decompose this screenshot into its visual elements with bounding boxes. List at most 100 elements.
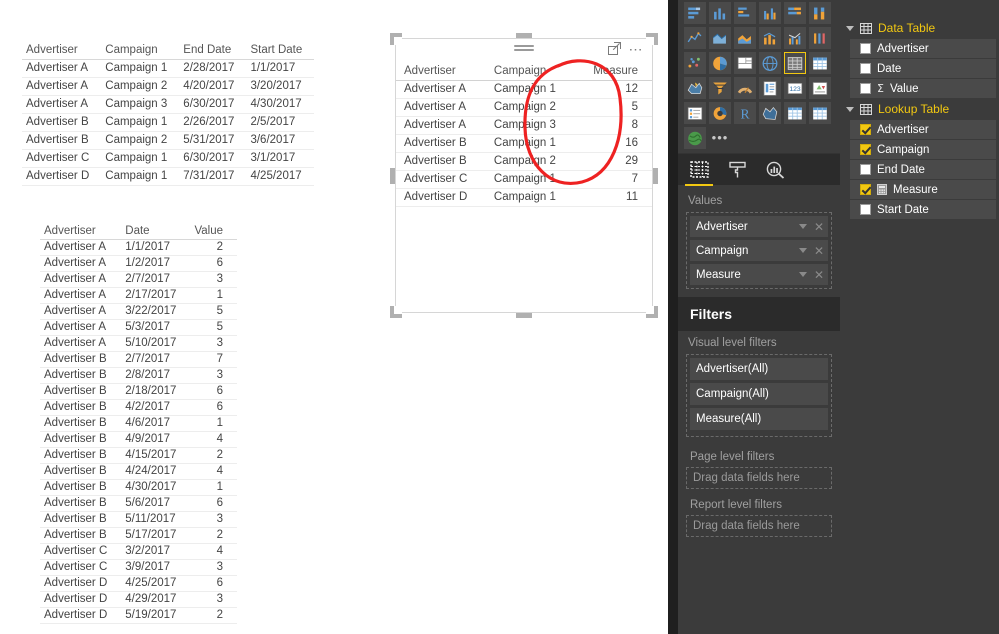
- visual-filter-chip[interactable]: Measure(All): [690, 408, 828, 430]
- visual-cell[interactable]: Campaign 1: [485, 170, 575, 189]
- visual-filter-chip[interactable]: Advertiser(All): [690, 358, 828, 380]
- visual-row[interactable]: Advertiser A Campaign 1 12: [396, 80, 652, 99]
- arcgis-map-icon[interactable]: [684, 127, 706, 149]
- card-icon[interactable]: 123: [784, 77, 806, 99]
- field-row[interactable]: Σ Value: [850, 79, 996, 98]
- visual-cell[interactable]: 12: [574, 80, 652, 99]
- values-well[interactable]: Advertiser ✕ Campaign ✕ Measure ✕: [686, 212, 832, 289]
- filled-map-icon[interactable]: [684, 77, 706, 99]
- ribbon-chart-icon[interactable]: [809, 27, 831, 49]
- visual-cell[interactable]: 8: [574, 116, 652, 135]
- visualization-gallery[interactable]: 123 R •••: [678, 0, 836, 153]
- visual-cell[interactable]: Advertiser A: [396, 116, 486, 135]
- table-visual[interactable]: ⋯ Advertiser Campaign Measure Advertiser A…: [395, 38, 653, 313]
- field-checkbox[interactable]: [860, 164, 871, 175]
- visual-filter-list[interactable]: Advertiser(All) Campaign(All) Measure(All): [690, 358, 828, 430]
- fields-table-header[interactable]: Lookup Table: [840, 99, 999, 119]
- remove-field-icon[interactable]: ✕: [814, 269, 824, 281]
- chevron-down-icon[interactable]: [798, 224, 807, 229]
- report-level-filters-dropzone[interactable]: Drag data fields here: [686, 515, 832, 537]
- pane-tabs[interactable]: [678, 153, 840, 186]
- gauge-icon[interactable]: [734, 77, 756, 99]
- visual-cell[interactable]: Advertiser B: [396, 152, 486, 171]
- visual-cell[interactable]: 11: [574, 188, 652, 207]
- focus-mode-icon[interactable]: [607, 42, 621, 55]
- values-field-list[interactable]: Advertiser ✕ Campaign ✕ Measure ✕: [690, 216, 828, 285]
- field-checkbox[interactable]: [860, 63, 871, 74]
- stacked-area-chart-icon[interactable]: [734, 27, 756, 49]
- map-icon[interactable]: [759, 52, 781, 74]
- funnel-icon[interactable]: [709, 77, 731, 99]
- visual-cell[interactable]: 16: [574, 134, 652, 153]
- value-field-chip[interactable]: Advertiser ✕: [690, 216, 828, 237]
- field-row[interactable]: Start Date: [850, 200, 996, 219]
- area-chart-icon[interactable]: [709, 27, 731, 49]
- visual-row[interactable]: Advertiser A Campaign 25: [396, 98, 652, 117]
- more-visuals-icon[interactable]: •••: [709, 127, 731, 149]
- format-tab[interactable]: [726, 157, 748, 183]
- stacked-bar-chart-icon[interactable]: [684, 2, 706, 24]
- field-row[interactable]: Campaign: [850, 140, 996, 159]
- field-checkbox[interactable]: [860, 204, 871, 215]
- field-checkbox[interactable]: [860, 144, 871, 155]
- pie-chart-icon[interactable]: [709, 52, 731, 74]
- visual-cell[interactable]: Advertiser A: [396, 98, 486, 117]
- field-row[interactable]: End Date: [850, 160, 996, 179]
- field-checkbox[interactable]: [860, 83, 871, 94]
- resize-handle-top-left[interactable]: [390, 33, 402, 45]
- visual-column-header[interactable]: Advertiser: [396, 63, 486, 81]
- page-level-filters-dropzone[interactable]: Drag data fields here: [686, 467, 832, 489]
- visual-header-row[interactable]: Advertiser Campaign Measure: [396, 63, 652, 81]
- value-field-chip[interactable]: Campaign ✕: [690, 240, 828, 261]
- resize-handle-right[interactable]: [653, 167, 658, 184]
- visual-data-grid[interactable]: Advertiser Campaign Measure Advertiser A Ca…: [396, 63, 652, 207]
- resize-handle-left[interactable]: [390, 167, 395, 184]
- scatter-chart-icon[interactable]: [684, 52, 706, 74]
- line-stacked-column-icon[interactable]: [759, 27, 781, 49]
- shape-map-icon[interactable]: [759, 102, 781, 124]
- field-row[interactable]: Advertiser: [850, 39, 996, 58]
- treemap-icon[interactable]: [734, 52, 756, 74]
- resize-handle-bottom-right[interactable]: [646, 306, 658, 318]
- table-icon[interactable]: [784, 52, 806, 74]
- hundred-percent-stacked-bar-icon[interactable]: [784, 2, 806, 24]
- visual-cell[interactable]: 29: [574, 152, 652, 171]
- donut-chart-icon[interactable]: [709, 102, 731, 124]
- fields-tree[interactable]: Data Table Advertiser Date Σ Value Lookup Tab…: [840, 0, 999, 219]
- chevron-down-icon[interactable]: [798, 248, 807, 253]
- visual-cell[interactable]: Advertiser C: [396, 170, 486, 189]
- visual-row[interactable]: Advertiser B Campaign 2 29: [396, 152, 652, 171]
- visual-cell[interactable]: Campaign 2: [485, 152, 575, 171]
- value-field-chip[interactable]: Measure ✕: [690, 264, 828, 285]
- visual-column-header[interactable]: Measure: [574, 63, 652, 81]
- expand-caret-icon[interactable]: [846, 106, 854, 112]
- visual-cell[interactable]: 5: [574, 98, 652, 117]
- field-checkbox[interactable]: [860, 124, 871, 135]
- line-clustered-column-icon[interactable]: [784, 27, 806, 49]
- stacked-column-chart-icon[interactable]: [709, 2, 731, 24]
- fields-tab[interactable]: [685, 157, 713, 186]
- visual-cell[interactable]: Campaign 1: [485, 188, 575, 207]
- visual-cell[interactable]: Campaign 3: [485, 116, 575, 135]
- r-script-visual-icon[interactable]: R: [734, 102, 756, 124]
- resize-handle-bottom[interactable]: [516, 313, 532, 318]
- resize-handle-top[interactable]: [516, 33, 532, 38]
- fields-table-header[interactable]: Data Table: [840, 18, 999, 38]
- visual-cell[interactable]: Advertiser D: [396, 188, 486, 207]
- clustered-column-chart-icon[interactable]: [759, 2, 781, 24]
- hundred-percent-stacked-column-icon[interactable]: [809, 2, 831, 24]
- slicer-icon[interactable]: [684, 102, 706, 124]
- multi-row-card-icon[interactable]: [759, 77, 781, 99]
- visual-row[interactable]: Advertiser D Campaign 1 11: [396, 188, 652, 207]
- field-checkbox[interactable]: [860, 184, 871, 195]
- matrix-icon[interactable]: [809, 52, 831, 74]
- analytics-tab[interactable]: [764, 157, 786, 183]
- visual-cell[interactable]: Advertiser A: [396, 80, 486, 99]
- visual-cell[interactable]: Campaign 1: [485, 80, 575, 99]
- field-checkbox[interactable]: [860, 43, 871, 54]
- visual-cell[interactable]: Campaign 2: [485, 98, 575, 117]
- table-visual-container[interactable]: ⋯ Advertiser Campaign Measure Advertiser A…: [390, 33, 658, 318]
- remove-field-icon[interactable]: ✕: [814, 221, 824, 233]
- kpi-icon[interactable]: [809, 77, 831, 99]
- visual-cell[interactable]: Campaign 1: [485, 134, 575, 153]
